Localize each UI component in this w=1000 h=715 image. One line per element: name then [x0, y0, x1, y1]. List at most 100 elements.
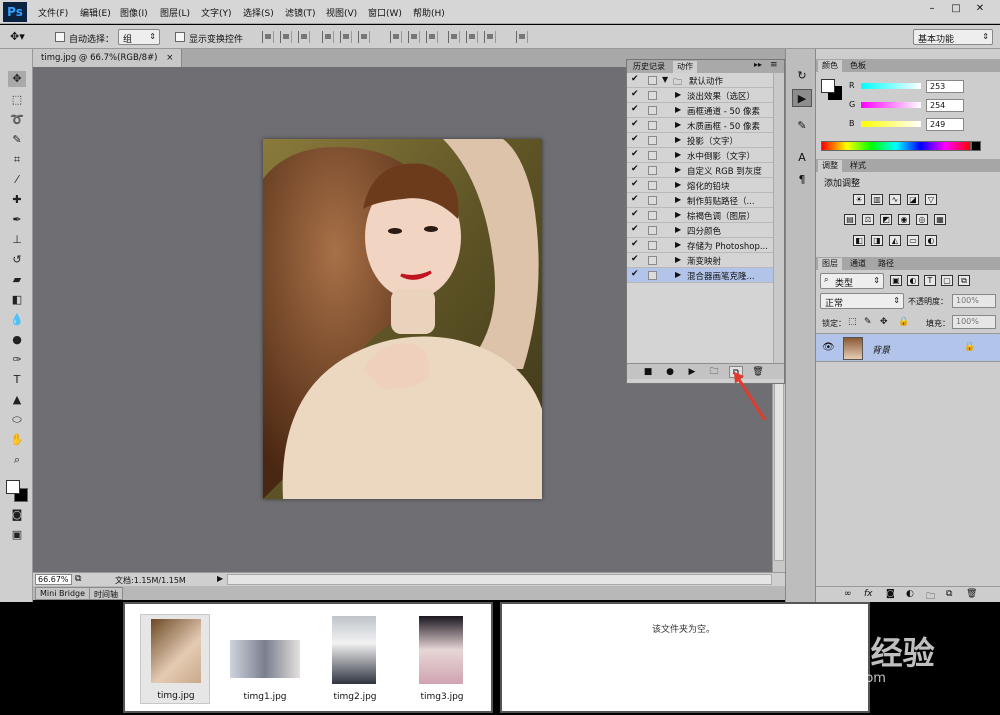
lock-all-icon[interactable]: 🔒 [898, 317, 909, 327]
restore-button[interactable]: □ [946, 2, 966, 16]
black-white-icon[interactable]: ◩ [880, 214, 892, 225]
toggle-check-icon[interactable]: ✔ [631, 269, 639, 279]
eye-icon[interactable]: 👁 [822, 342, 835, 353]
tab-mini-bridge[interactable]: Mini Bridge [35, 587, 91, 600]
black-white-ramp[interactable] [971, 141, 981, 151]
lock-position-icon[interactable]: ✥ [880, 317, 888, 327]
distribute-top-icon[interactable] [390, 31, 402, 43]
move-tool-icon[interactable]: ✥ [8, 71, 26, 87]
distribute-vcenter-icon[interactable] [408, 31, 420, 43]
expand-right-icon[interactable]: ▶ [675, 270, 681, 279]
channel-b-slider[interactable] [861, 121, 921, 127]
auto-select-checkbox[interactable] [55, 32, 65, 42]
distribute-hcenter-icon[interactable] [466, 31, 478, 43]
dialog-toggle-icon[interactable] [648, 76, 657, 85]
brightness-icon[interactable]: ☀ [853, 194, 865, 205]
toggle-check-icon[interactable]: ✔ [631, 194, 639, 204]
distribute-left-icon[interactable] [448, 31, 460, 43]
layer-row-background[interactable]: 👁 背景 🔒 [816, 333, 1000, 362]
zoom-tool-icon[interactable]: ⌕ [8, 452, 26, 468]
vibrance-icon[interactable]: ▽ [925, 194, 937, 205]
move-tool-icon[interactable]: ✥▾ [10, 30, 25, 43]
adjust-icon[interactable]: ◐ [906, 589, 914, 599]
align-right-icon[interactable] [358, 31, 370, 43]
toggle-check-icon[interactable]: ✔ [631, 254, 639, 264]
toggle-check-icon[interactable]: ✔ [631, 239, 639, 249]
action-row[interactable]: ✔ ▶ 淡出效果（选区） [627, 88, 773, 103]
menu-image[interactable]: 图像(I) [120, 6, 148, 19]
menu-layer[interactable]: 图层(L) [160, 6, 190, 19]
mask-icon[interactable]: ◙ [886, 589, 895, 599]
channel-r-value[interactable]: 253 [926, 80, 964, 93]
toggle-check-icon[interactable]: ✔ [631, 134, 639, 144]
close-button[interactable]: ✕ [970, 2, 990, 16]
expand-right-icon[interactable]: ▶ [675, 210, 681, 219]
hue-sat-icon[interactable]: ▤ [844, 214, 856, 225]
color-lookup-icon[interactable]: ▦ [934, 214, 946, 225]
record-icon[interactable]: ● [663, 366, 677, 378]
fx-icon[interactable]: fx [864, 589, 873, 599]
eyedropper-tool-icon[interactable]: ⁄ [8, 172, 26, 188]
eraser-tool-icon[interactable]: ▰ [8, 272, 26, 288]
filter-smart-icon[interactable]: ⧉ [958, 275, 970, 286]
toggle-check-icon[interactable]: ✔ [631, 104, 639, 114]
menu-select[interactable]: 选择(S) [243, 6, 274, 19]
action-set-row[interactable]: ✔ ▼ 🗀 默认动作 [627, 73, 773, 88]
dialog-toggle-icon[interactable] [648, 166, 657, 175]
history-panel-icon[interactable]: ↻ [792, 67, 812, 85]
align-bottom-icon[interactable] [298, 31, 310, 43]
actions-panel-icon[interactable]: ▶ [792, 89, 812, 107]
tab-layers[interactable]: 图层 [818, 258, 842, 270]
folder-icon[interactable]: 🗀 [926, 589, 935, 605]
actions-scrollbar[interactable] [773, 73, 784, 363]
thumbnail-item[interactable]: timg1.jpg [230, 614, 300, 704]
crop-tool-icon[interactable]: ⌗ [8, 152, 26, 168]
tab-styles[interactable]: 样式 [846, 160, 870, 172]
tab-adjustments[interactable]: 调整 [818, 160, 842, 172]
toggle-check-icon[interactable]: ✔ [631, 209, 639, 219]
channel-b-value[interactable]: 249 [926, 118, 964, 131]
tab-history[interactable]: 历史记录 [629, 61, 669, 73]
filter-shape-icon[interactable]: ▢ [941, 275, 953, 286]
workspace-dropdown[interactable]: 基本功能 [913, 29, 993, 45]
dialog-toggle-icon[interactable] [648, 196, 657, 205]
shape-tool-icon[interactable]: ⬭ [8, 412, 26, 428]
expand-right-icon[interactable]: ▶ [675, 165, 681, 174]
threshold-icon[interactable]: ◭ [889, 235, 901, 246]
dialog-toggle-icon[interactable] [648, 241, 657, 250]
tab-swatches[interactable]: 色板 [846, 60, 870, 72]
action-row[interactable]: ✔ ▶ 熔化的铅块 [627, 178, 773, 193]
curves-icon[interactable]: ∿ [889, 194, 901, 205]
action-row[interactable]: ✔ ▶ 制作剪贴路径（... [627, 193, 773, 208]
distribute-bottom-icon[interactable] [426, 31, 438, 43]
posterize-icon[interactable]: ◨ [871, 235, 883, 246]
distribute-right-icon[interactable] [484, 31, 496, 43]
thumbnail-item[interactable]: timg3.jpg [407, 614, 477, 704]
expand-right-icon[interactable]: ▶ [675, 195, 681, 204]
panel-collapse-icon[interactable]: ▸▸ [754, 60, 762, 69]
menu-filter[interactable]: 滤镜(T) [285, 6, 316, 19]
link-icon[interactable]: ∞ [844, 589, 852, 599]
dialog-toggle-icon[interactable] [648, 91, 657, 100]
toggle-check-icon[interactable]: ✔ [631, 119, 639, 129]
align-top-icon[interactable] [262, 31, 274, 43]
channel-r-slider[interactable] [861, 83, 921, 89]
toggle-check-icon[interactable]: ✔ [631, 179, 639, 189]
expand-right-icon[interactable]: ▶ [675, 225, 681, 234]
stamp-tool-icon[interactable]: ⊥ [8, 232, 26, 248]
toggle-check-icon[interactable]: ✔ [631, 89, 639, 99]
menu-file[interactable]: 文件(F) [38, 6, 68, 19]
expand-right-icon[interactable]: ▶ [675, 105, 681, 114]
zoom-level[interactable]: 66.67% [35, 574, 72, 585]
thumbnail-item[interactable]: timg2.jpg [320, 614, 390, 704]
tab-channels[interactable]: 通道 [846, 258, 870, 270]
document-tab-close-icon[interactable]: × [166, 53, 173, 63]
brush-tool-icon[interactable]: ✒ [8, 212, 26, 228]
filter-type-icon[interactable]: T [924, 275, 936, 286]
toggle-check-icon[interactable]: ✔ [631, 224, 639, 234]
expand-right-icon[interactable]: ▶ [675, 240, 681, 249]
fg-color-chip[interactable] [821, 79, 835, 93]
dialog-toggle-icon[interactable] [648, 211, 657, 220]
paragraph-panel-icon[interactable]: ¶ [792, 171, 812, 189]
align-hcenter-icon[interactable] [340, 31, 352, 43]
